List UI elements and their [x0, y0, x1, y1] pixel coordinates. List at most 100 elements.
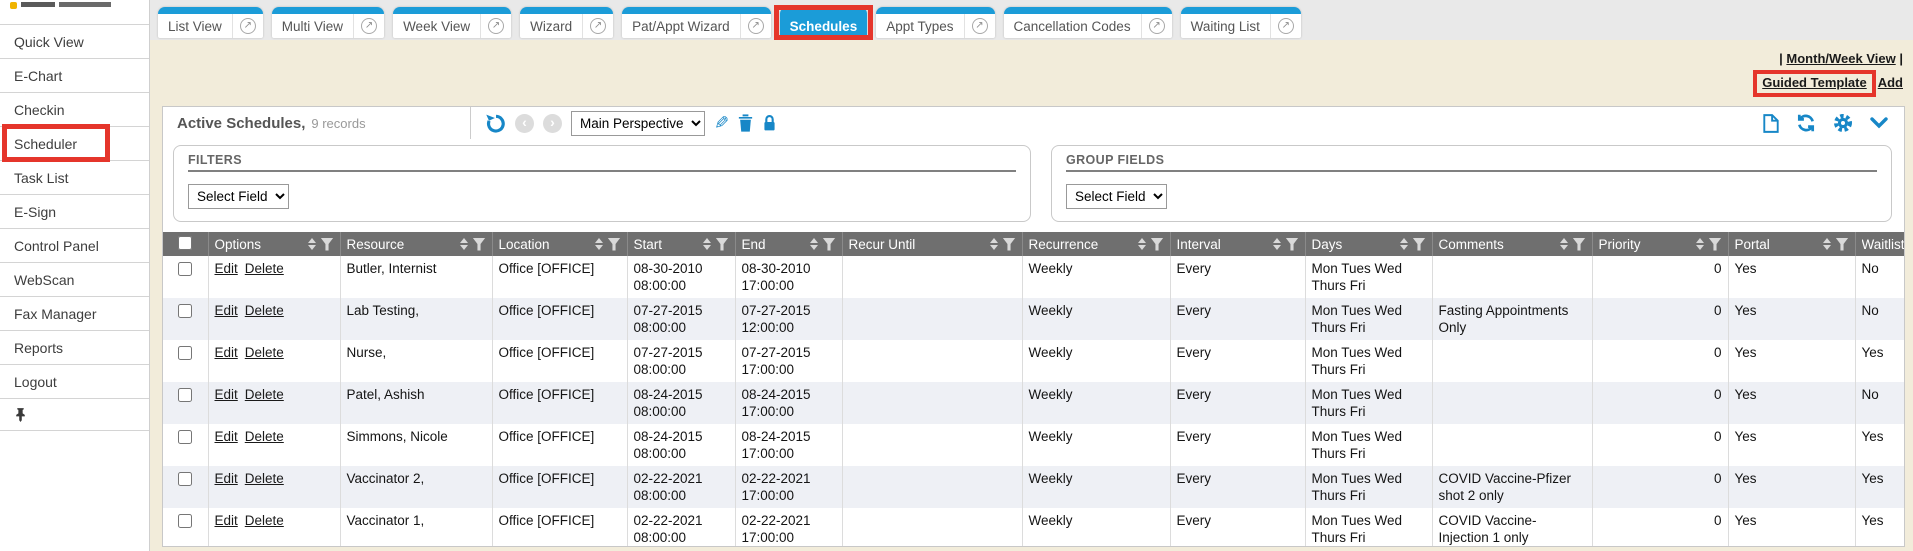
sidebar-item[interactable]: E-Sign	[0, 195, 149, 229]
filter-funnel-icon[interactable]	[321, 238, 334, 251]
row-checkbox[interactable]	[178, 262, 192, 276]
edit-link[interactable]: Edit	[215, 387, 238, 402]
column-header[interactable]: Resource	[340, 232, 492, 256]
column-header[interactable]: Priority	[1592, 232, 1728, 256]
tab[interactable]: Pat/Appt Wizard ↗	[622, 7, 771, 38]
column-header[interactable]: Waitlist Po	[1855, 232, 1904, 256]
delete-link[interactable]: Delete	[245, 429, 284, 444]
edit-link[interactable]: Edit	[215, 261, 238, 276]
next-icon[interactable]: ›	[543, 114, 562, 133]
pushpin-icon[interactable]	[14, 407, 27, 422]
row-checkbox[interactable]	[178, 304, 192, 318]
column-header[interactable]: Recur Until	[842, 232, 1022, 256]
filter-funnel-icon[interactable]	[1286, 238, 1299, 251]
filter-funnel-icon[interactable]	[1151, 238, 1164, 251]
filter-funnel-icon[interactable]	[608, 238, 621, 251]
tab[interactable]: Wizard ↗	[520, 7, 613, 38]
open-in-new-icon[interactable]: ↗	[582, 14, 613, 38]
edit-link[interactable]: Edit	[215, 471, 238, 486]
sort-icon[interactable]	[990, 238, 998, 250]
previous-icon[interactable]: ‹	[515, 114, 534, 133]
edit-link[interactable]: Edit	[215, 429, 238, 444]
filter-funnel-icon[interactable]	[716, 238, 729, 251]
column-header[interactable]: Recurrence	[1022, 232, 1170, 256]
row-checkbox[interactable]	[178, 514, 192, 528]
sort-icon[interactable]	[1560, 238, 1568, 250]
row-checkbox[interactable]	[178, 346, 192, 360]
column-header[interactable]: Interval	[1170, 232, 1305, 256]
row-checkbox[interactable]	[178, 472, 192, 486]
select-all-checkbox[interactable]	[178, 236, 192, 250]
filter-funnel-icon[interactable]	[1836, 238, 1849, 251]
filter-funnel-icon[interactable]	[1413, 238, 1426, 251]
tab[interactable]: Multi View ↗	[272, 7, 384, 38]
month-week-view-link[interactable]: Month/Week View	[1786, 51, 1895, 66]
perspective-select[interactable]: Main Perspective	[571, 111, 705, 136]
refresh-icon[interactable]	[1796, 113, 1816, 133]
gear-icon[interactable]	[1833, 113, 1853, 133]
sort-icon[interactable]	[308, 238, 316, 250]
row-checkbox[interactable]	[178, 388, 192, 402]
open-in-new-icon[interactable]: ↗	[353, 14, 384, 38]
filters-field-select[interactable]: Select Field	[188, 184, 289, 209]
sort-icon[interactable]	[1138, 238, 1146, 250]
edit-link[interactable]: Edit	[215, 345, 238, 360]
sidebar-item[interactable]: Scheduler	[0, 127, 149, 161]
column-header[interactable]: Location	[492, 232, 627, 256]
column-header[interactable]: Comments	[1432, 232, 1592, 256]
delete-link[interactable]: Delete	[245, 303, 284, 318]
open-in-new-icon[interactable]: ↗	[480, 14, 511, 38]
filter-funnel-icon[interactable]	[1003, 238, 1016, 251]
delete-link[interactable]: Delete	[245, 471, 284, 486]
sort-icon[interactable]	[460, 238, 468, 250]
tab[interactable]: Cancellation Codes ↗	[1004, 7, 1172, 38]
open-in-new-icon[interactable]: ↗	[232, 14, 263, 38]
sidebar-item[interactable]: Control Panel	[0, 229, 149, 263]
sidebar-item[interactable]: Task List	[0, 161, 149, 195]
sort-icon[interactable]	[1823, 238, 1831, 250]
open-in-new-icon[interactable]: ↗	[964, 14, 995, 38]
tab[interactable]: Week View ↗	[393, 7, 511, 38]
row-checkbox[interactable]	[178, 430, 192, 444]
filter-funnel-icon[interactable]	[823, 238, 836, 251]
sort-icon[interactable]	[810, 238, 818, 250]
open-in-new-icon[interactable]: ↗	[1270, 14, 1301, 38]
tab[interactable]: List View ↗	[158, 7, 263, 38]
sidebar-item[interactable]: E-Chart	[0, 59, 149, 93]
column-header[interactable]: End	[735, 232, 842, 256]
chevron-down-icon[interactable]	[1870, 117, 1888, 129]
lock-icon[interactable]	[762, 114, 777, 132]
add-link[interactable]: Add	[1878, 75, 1903, 90]
tab[interactable]: Schedules	[780, 7, 868, 38]
new-document-icon[interactable]	[1763, 114, 1779, 133]
guided-template-link[interactable]: Guided Template	[1762, 75, 1867, 90]
delete-link[interactable]: Delete	[245, 513, 284, 528]
sort-icon[interactable]	[1273, 238, 1281, 250]
sidebar-item[interactable]: Quick View	[0, 25, 149, 59]
edit-link[interactable]: Edit	[215, 303, 238, 318]
delete-perspective-trash-icon[interactable]	[738, 114, 753, 132]
column-header[interactable]: Portal	[1728, 232, 1855, 256]
sidebar-item[interactable]: Logout	[0, 365, 149, 399]
column-header[interactable]: Days	[1305, 232, 1432, 256]
sidebar-item[interactable]: WebScan	[0, 263, 149, 297]
sort-icon[interactable]	[703, 238, 711, 250]
sidebar-item[interactable]: Fax Manager	[0, 297, 149, 331]
open-in-new-icon[interactable]: ↗	[1141, 14, 1172, 38]
delete-link[interactable]: Delete	[245, 387, 284, 402]
column-header[interactable]: Options	[208, 232, 340, 256]
undo-icon[interactable]	[485, 113, 506, 134]
edit-link[interactable]: Edit	[215, 513, 238, 528]
sort-icon[interactable]	[1400, 238, 1408, 250]
sort-icon[interactable]	[1696, 238, 1704, 250]
column-header[interactable]: Start	[627, 232, 735, 256]
tab[interactable]: Appt Types ↗	[876, 7, 994, 38]
filter-funnel-icon[interactable]	[473, 238, 486, 251]
open-in-new-icon[interactable]: ↗	[740, 14, 771, 38]
sort-icon[interactable]	[595, 238, 603, 250]
filter-funnel-icon[interactable]	[1709, 238, 1722, 251]
sidebar-pin-row[interactable]	[0, 399, 149, 431]
sidebar-item[interactable]: Reports	[0, 331, 149, 365]
delete-link[interactable]: Delete	[245, 261, 284, 276]
group-field-select[interactable]: Select Field	[1066, 184, 1167, 209]
